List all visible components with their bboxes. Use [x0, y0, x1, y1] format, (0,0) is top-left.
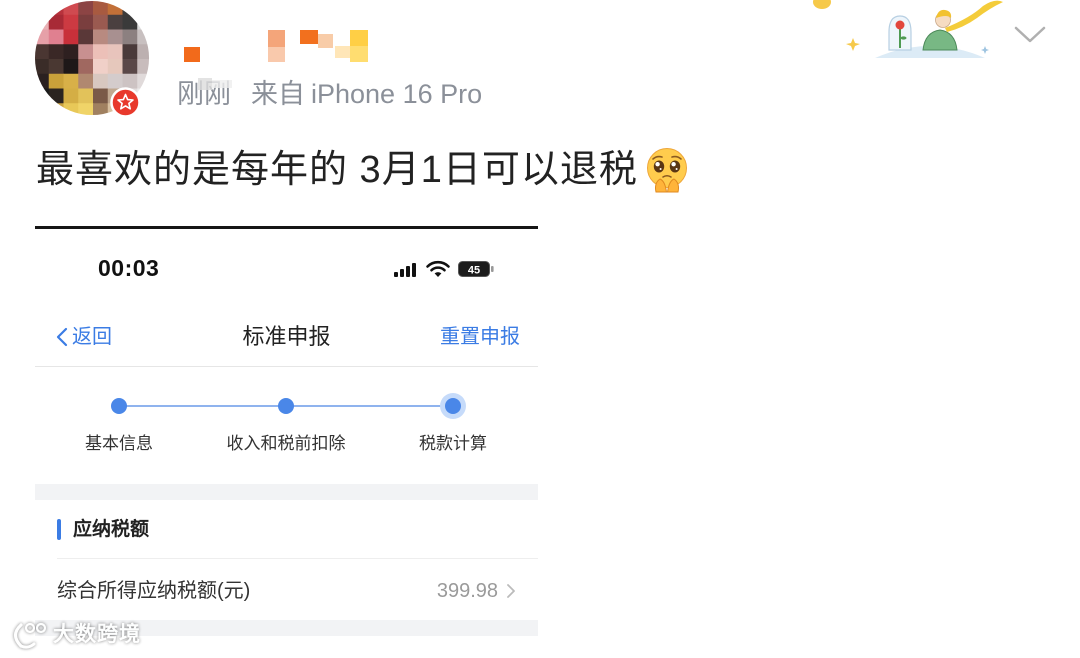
progress-stepper — [111, 393, 466, 419]
pleading-face-emoji — [646, 148, 687, 193]
little-prince-illustration — [813, 0, 1003, 58]
avatar-mosaic-tile — [107, 14, 123, 30]
avatar-mosaic-tile — [122, 59, 138, 75]
tax-row-value: 399.98 — [436, 580, 498, 602]
avatar-mosaic-tile — [78, 103, 94, 116]
avatar-mosaic-tile — [34, 29, 50, 45]
chevron-down-icon[interactable] — [1013, 24, 1047, 46]
avatar-mosaic-tile — [48, 14, 64, 30]
avatar-mosaic-tile — [78, 88, 94, 104]
step-dot-income-deduction — [278, 398, 294, 414]
wifi-icon — [426, 260, 450, 277]
avatar-mosaic-tile — [93, 0, 109, 16]
step-dot-tax-calculation — [440, 393, 466, 419]
watermark-text: 大数跨境 — [53, 623, 141, 646]
battery-icon: 45 — [458, 261, 494, 277]
avatar-mosaic-tile — [48, 103, 64, 116]
avatar-mosaic-tile — [34, 59, 50, 75]
avatar-mosaic-tile — [63, 29, 79, 45]
watermark-logo-icon — [13, 622, 47, 649]
step-label-basic-info: 基本信息 — [85, 434, 153, 453]
avatar-mosaic-tile — [93, 14, 109, 30]
tax-row-label: 综合所得应纳税额(元) — [57, 580, 251, 602]
cellular-signal-icon — [394, 263, 416, 277]
avatar-mosaic-tile — [34, 0, 50, 16]
privacy-mosaic — [198, 78, 232, 90]
avatar-mosaic-tile — [34, 103, 50, 116]
avatar-mosaic-tile — [107, 29, 123, 45]
chevron-right-icon — [507, 584, 515, 598]
star-badge-icon — [110, 87, 141, 118]
avatar-mosaic-tile — [122, 29, 138, 45]
username-mosaic[interactable] — [180, 26, 375, 66]
avatar-mosaic-tile — [34, 44, 50, 60]
watermark: 大数跨境 — [8, 620, 141, 650]
battery-level-text: 45 — [468, 264, 480, 276]
avatar-mosaic-tile — [107, 0, 123, 16]
avatar-mosaic-tile — [63, 103, 79, 116]
avatar-mosaic-tile — [78, 44, 94, 60]
back-button: 返回 — [72, 326, 112, 348]
avatar-mosaic-tile — [63, 59, 79, 75]
avatar-mosaic-tile — [34, 88, 50, 104]
avatar-mosaic-tile — [137, 14, 150, 30]
avatar-mosaic-tile — [78, 73, 94, 89]
avatar-mosaic-tile — [63, 44, 79, 60]
section-separator — [35, 484, 538, 500]
avatar-mosaic-tile — [93, 103, 109, 116]
avatar-mosaic-tile — [63, 0, 79, 16]
embedded-screenshot-image[interactable]: 00:03 45 标准申报 返回 重置申报 基本信息 收入和税前扣除 税款计算 … — [35, 226, 538, 658]
section-accent-bar — [57, 519, 61, 540]
avatar-mosaic-tile — [93, 88, 109, 104]
section-divider — [57, 558, 538, 559]
avatar-mosaic-tile — [63, 14, 79, 30]
avatar-mosaic-tile — [78, 0, 94, 16]
section-title: 应纳税额 — [73, 519, 150, 540]
avatar-mosaic-tile — [93, 44, 109, 60]
screenshot-top-border — [35, 226, 538, 229]
avatar-mosaic-tile — [48, 88, 64, 104]
avatar-mosaic-tile — [48, 44, 64, 60]
avatar-mosaic-tile — [93, 73, 109, 89]
post-source-device: iPhone 16 Pro — [311, 79, 483, 109]
avatar-mosaic-tile — [34, 14, 50, 30]
avatar-mosaic-tile — [48, 29, 64, 45]
avatar-mosaic-tile — [48, 0, 64, 16]
back-chevron-icon — [56, 327, 68, 347]
avatar-mosaic-tile — [137, 44, 150, 60]
step-label-income-deduction: 收入和税前扣除 — [226, 434, 346, 453]
nav-divider — [35, 366, 538, 367]
step-dot-basic-info — [111, 398, 127, 414]
post-content: 最喜欢的是每年的 3月1日可以退税 — [36, 146, 690, 194]
avatar-mosaic-tile — [93, 59, 109, 75]
avatar-mosaic-tile — [48, 59, 64, 75]
avatar-mosaic-tile — [78, 29, 94, 45]
step-label-tax-calculation: 税款计算 — [419, 434, 487, 453]
reset-declaration-button: 重置申报 — [440, 326, 520, 348]
status-bar-time: 00:03 — [98, 255, 160, 281]
avatar-mosaic-tile — [78, 59, 94, 75]
post-source-prefix: 来自 — [251, 79, 305, 109]
avatar-mosaic-tile — [122, 0, 138, 16]
avatar-mosaic-tile — [78, 14, 94, 30]
post-text: 最喜欢的是每年的 3月1日可以退税 — [36, 149, 638, 191]
avatar-mosaic-tile — [107, 59, 123, 75]
avatar-mosaic-tile — [48, 73, 64, 89]
avatar-mosaic-tile — [63, 88, 79, 104]
avatar-mosaic-tile — [137, 0, 150, 16]
avatar-mosaic-tile — [63, 73, 79, 89]
avatar-mosaic-tile — [107, 44, 123, 60]
avatar-mosaic-tile — [122, 14, 138, 30]
avatar-mosaic-tile — [122, 44, 138, 60]
avatar-mosaic-tile — [93, 29, 109, 45]
avatar-mosaic-tile — [137, 59, 150, 75]
avatar-mosaic-tile — [137, 29, 150, 45]
avatar-mosaic-tile — [34, 73, 50, 89]
